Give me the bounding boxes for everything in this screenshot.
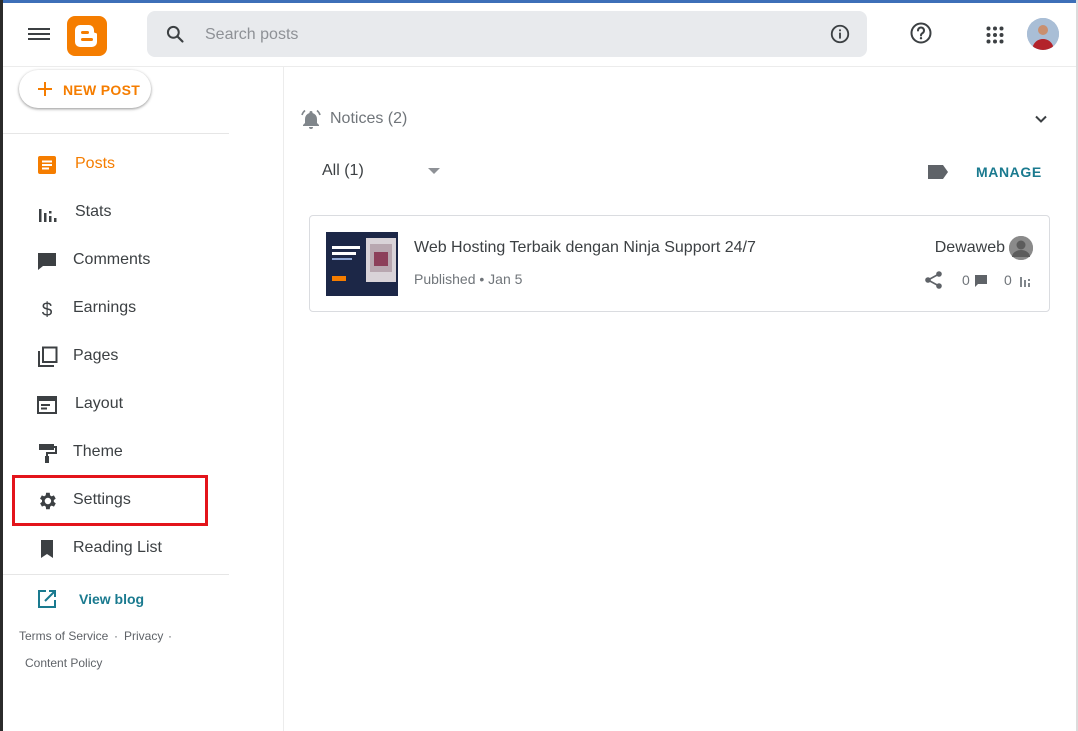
sidebar-item-label: Pages <box>73 347 119 364</box>
avatar[interactable] <box>1027 18 1059 50</box>
open-in-new-icon <box>38 590 56 608</box>
paint-roller-icon <box>39 444 57 463</box>
bookmark-icon <box>41 540 53 558</box>
sidebar-item-label: Reading List <box>73 539 162 556</box>
view-count: 0 <box>1004 272 1012 288</box>
sidebar-item-posts[interactable]: Posts <box>3 143 229 187</box>
new-post-button[interactable]: NEW POST <box>19 70 151 108</box>
privacy-link[interactable]: Privacy <box>124 629 163 643</box>
post-author: Dewaweb <box>934 239 1005 256</box>
sidebar-item-reading-list[interactable]: Reading List <box>3 527 229 571</box>
manage-button[interactable]: MANAGE <box>976 164 1042 180</box>
help-icon[interactable] <box>909 21 933 45</box>
post-thumbnail <box>326 232 398 296</box>
menu-icon[interactable] <box>28 25 50 43</box>
notices-bar[interactable]: Notices (2) <box>300 104 1060 134</box>
search-input[interactable] <box>203 11 807 59</box>
sidebar-item-label: Comments <box>73 251 151 268</box>
sidebar-item-theme[interactable]: Theme <box>3 431 229 475</box>
sidebar-item-label: Earnings <box>73 299 137 316</box>
sidebar-item-earnings[interactable]: $ Earnings <box>3 287 229 331</box>
post-filter-dropdown[interactable]: All (1) <box>322 156 452 186</box>
sidebar-divider <box>3 574 229 575</box>
comment-count: 0 <box>962 272 970 288</box>
chevron-down-icon[interactable] <box>1032 110 1050 128</box>
svg-text:$: $ <box>42 300 53 320</box>
comment-icon <box>975 275 987 287</box>
sidebar-item-pages[interactable]: Pages <box>3 335 229 379</box>
layout-icon <box>37 396 57 414</box>
pages-icon <box>38 346 58 367</box>
dollar-icon: $ <box>42 300 53 320</box>
top-app-bar <box>3 3 1076 67</box>
sidebar-item-label: Posts <box>75 155 116 172</box>
sidebar-item-stats[interactable]: Stats <box>3 191 229 235</box>
view-blog-link[interactable]: View blog <box>3 581 229 617</box>
footer-separator: · <box>168 629 172 643</box>
view-blog-label: View blog <box>79 591 145 607</box>
sidebar: NEW POST Posts Stats Comments $ Earnings… <box>3 67 284 731</box>
settings-highlight-box <box>12 475 208 526</box>
post-title[interactable]: Web Hosting Terbaik dengan Ninja Support… <box>414 239 756 257</box>
caret-down-icon <box>428 168 440 174</box>
post-list-item[interactable]: Web Hosting Terbaik dengan Ninja Support… <box>309 215 1050 312</box>
filter-label: All (1) <box>322 162 364 179</box>
content-policy-link[interactable]: Content Policy <box>25 656 102 670</box>
posts-icon <box>38 156 56 174</box>
share-icon[interactable] <box>924 270 944 290</box>
terms-of-service-link[interactable]: Terms of Service <box>19 629 108 643</box>
sidebar-item-comments[interactable]: Comments <box>3 239 229 283</box>
bell-icon <box>301 109 321 129</box>
post-status: Published • Jan 5 <box>414 271 523 287</box>
new-post-label: NEW POST <box>63 82 141 98</box>
search-icon[interactable] <box>165 24 185 44</box>
sidebar-item-label: Layout <box>75 395 124 412</box>
search-bar[interactable] <box>147 11 867 59</box>
sidebar-item-label: Stats <box>75 203 112 220</box>
stats-icon <box>39 209 57 222</box>
stats-icon <box>1020 277 1030 287</box>
comments-icon <box>38 253 56 270</box>
sidebar-item-layout[interactable]: Layout <box>3 383 229 427</box>
info-icon[interactable] <box>829 23 851 45</box>
apps-icon[interactable] <box>986 26 1004 44</box>
footer-separator: · <box>114 629 118 643</box>
sidebar-item-label: Theme <box>73 443 123 460</box>
label-icon[interactable] <box>926 163 950 181</box>
author-avatar <box>1009 236 1033 260</box>
plus-icon <box>38 82 52 96</box>
notices-label: Notices (2) <box>330 110 408 127</box>
sidebar-divider <box>3 133 229 134</box>
blogger-logo[interactable] <box>67 16 107 56</box>
